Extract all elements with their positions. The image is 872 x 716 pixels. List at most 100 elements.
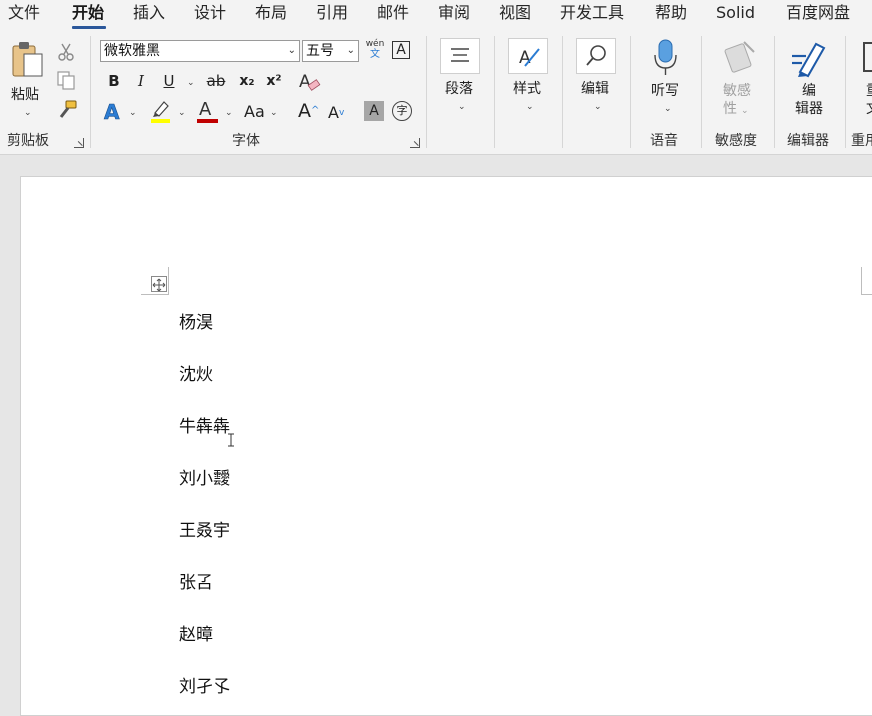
editor-group-label: 编辑器 bbox=[787, 133, 829, 149]
font-name-select[interactable]: 微软雅黑 ⌄ bbox=[100, 40, 300, 62]
enclose-characters-icon[interactable]: 字 bbox=[392, 101, 412, 121]
underline-button[interactable]: U bbox=[158, 70, 180, 92]
subscript-button[interactable]: x₂ bbox=[236, 70, 258, 92]
group-separator bbox=[562, 36, 563, 148]
dictate-button[interactable]: 听写 ⌄ bbox=[644, 38, 688, 118]
clipboard-group-label: 剪贴板 bbox=[7, 133, 49, 149]
reuse-label-1: 重 bbox=[866, 82, 872, 100]
styles-icon: A bbox=[519, 48, 540, 68]
styles-button[interactable]: A 样式 ⌄ bbox=[506, 38, 550, 118]
styles-icon-box: A bbox=[508, 38, 548, 74]
group-separator bbox=[845, 36, 846, 148]
paste-button[interactable]: 粘贴 ⌄ bbox=[6, 40, 50, 120]
clear-formatting-icon[interactable]: A bbox=[298, 71, 322, 93]
format-painter-icon[interactable] bbox=[56, 100, 78, 120]
cut-icon[interactable] bbox=[56, 42, 76, 62]
change-case-chevron-icon[interactable]: ⌄ bbox=[270, 108, 278, 118]
document-page[interactable]: 杨淏 沈炏 牛犇犇 刘小靉 王叒宇 张叾 赵暲 刘孑孓 bbox=[20, 176, 872, 716]
group-separator bbox=[90, 36, 91, 148]
dictate-label: 听写 bbox=[651, 83, 679, 99]
text-cursor-icon bbox=[228, 433, 234, 447]
editor-pen-icon bbox=[792, 42, 826, 78]
document-area[interactable]: 杨淏 沈炏 牛犇犇 刘小靉 王叒宇 张叾 赵暲 刘孑孓 bbox=[0, 155, 872, 716]
document-line[interactable]: 王叒宇 bbox=[179, 520, 230, 542]
group-separator bbox=[630, 36, 631, 148]
copy-icon[interactable] bbox=[56, 70, 76, 90]
ribbon: 粘贴 ⌄ 剪贴板 微软雅黑 ⌄ 五号 ⌄ wén 文 A B I U ⌄ ab … bbox=[0, 30, 872, 155]
chevron-down-icon: ⌄ bbox=[287, 45, 296, 56]
underline-options-chevron-icon[interactable]: ⌄ bbox=[187, 78, 195, 88]
search-icon bbox=[586, 45, 606, 66]
font-color-icon[interactable]: A bbox=[196, 98, 220, 124]
chevron-down-icon: ⌄ bbox=[24, 108, 32, 118]
paragraph-label: 段落 bbox=[445, 81, 473, 97]
group-separator bbox=[494, 36, 495, 148]
group-separator bbox=[701, 36, 702, 148]
paste-icon bbox=[12, 42, 43, 77]
tab-insert[interactable]: 插入 bbox=[133, 3, 165, 23]
strikethrough-button[interactable]: ab bbox=[203, 70, 229, 92]
document-line[interactable]: 张叾 bbox=[179, 572, 213, 594]
editor-button[interactable]: 编 辑器 bbox=[786, 38, 834, 120]
table-move-handle[interactable] bbox=[151, 276, 167, 292]
margin-corner-mark bbox=[168, 267, 169, 295]
tab-help[interactable]: 帮助 bbox=[655, 3, 687, 23]
tab-review[interactable]: 审阅 bbox=[438, 3, 470, 23]
tab-baidu-netdisk[interactable]: 百度网盘 bbox=[786, 3, 850, 23]
reuse-files-icon bbox=[863, 42, 872, 72]
superscript-button[interactable]: x² bbox=[263, 70, 285, 92]
grow-font-button[interactable]: A^ bbox=[298, 100, 319, 122]
document-line[interactable]: 刘孑孓 bbox=[179, 676, 230, 698]
tab-home[interactable]: 开始 bbox=[72, 3, 104, 23]
tab-view[interactable]: 视图 bbox=[499, 3, 531, 23]
svg-text:A: A bbox=[104, 100, 120, 124]
paragraph-icon-box bbox=[440, 38, 480, 74]
document-line[interactable]: 牛犇犇 bbox=[179, 416, 230, 438]
chevron-down-icon: ⌄ bbox=[346, 45, 355, 56]
highlight-color-icon[interactable] bbox=[149, 98, 173, 124]
shrink-font-button[interactable]: Av bbox=[328, 102, 344, 124]
italic-button[interactable]: I bbox=[130, 70, 152, 92]
svg-text:A: A bbox=[299, 72, 311, 92]
font-color-chevron-icon[interactable]: ⌄ bbox=[225, 108, 233, 118]
group-separator bbox=[426, 36, 427, 148]
sensitivity-group-label: 敏感度 bbox=[715, 133, 757, 149]
tab-layout[interactable]: 布局 bbox=[255, 3, 287, 23]
document-line[interactable]: 刘小靉 bbox=[179, 468, 230, 490]
paragraph-icon bbox=[451, 48, 469, 62]
active-tab-indicator bbox=[72, 26, 106, 29]
group-separator bbox=[774, 36, 775, 148]
editor-label-2: 辑器 bbox=[795, 101, 823, 117]
svg-text:A: A bbox=[199, 99, 212, 120]
chevron-down-icon: ⌄ bbox=[458, 102, 466, 112]
tab-solid[interactable]: Solid bbox=[716, 3, 755, 23]
bold-button[interactable]: B bbox=[103, 70, 125, 92]
text-effects-chevron-icon[interactable]: ⌄ bbox=[129, 108, 137, 118]
change-case-button[interactable]: Aa bbox=[244, 101, 265, 123]
font-dialog-launcher[interactable] bbox=[410, 138, 420, 148]
document-line[interactable]: 杨淏 bbox=[179, 312, 213, 334]
document-line[interactable]: 赵暲 bbox=[179, 624, 213, 646]
editing-button[interactable]: 编辑 ⌄ bbox=[574, 38, 618, 118]
reuse-files-button[interactable]: 重 文 bbox=[856, 38, 872, 120]
clipboard-dialog-launcher[interactable] bbox=[74, 138, 84, 148]
phonetic-guide-button[interactable]: wén 文 bbox=[364, 39, 386, 63]
document-line[interactable]: 沈炏 bbox=[179, 364, 213, 386]
highlight-chevron-icon[interactable]: ⌄ bbox=[178, 108, 186, 118]
paragraph-button[interactable]: 段落 ⌄ bbox=[438, 38, 482, 118]
character-border-button[interactable]: A bbox=[392, 41, 410, 59]
caret-down-icon: v bbox=[338, 108, 345, 118]
tab-references[interactable]: 引用 bbox=[316, 3, 348, 23]
character-shading-button[interactable]: A bbox=[364, 101, 384, 121]
font-size-select[interactable]: 五号 ⌄ bbox=[302, 40, 359, 62]
text-effects-icon[interactable]: A bbox=[102, 100, 128, 124]
tab-mailings[interactable]: 邮件 bbox=[377, 3, 409, 23]
tab-developer[interactable]: 开发工具 bbox=[560, 3, 624, 23]
tab-design[interactable]: 设计 bbox=[194, 3, 226, 23]
sensitivity-label-2-text: 性 bbox=[723, 101, 737, 117]
tab-file[interactable]: 文件 bbox=[8, 3, 40, 23]
styles-label: 样式 bbox=[513, 81, 541, 97]
paste-label: 粘贴 bbox=[11, 87, 39, 103]
microphone-icon bbox=[654, 39, 677, 75]
chevron-down-icon: ⌄ bbox=[664, 104, 672, 114]
